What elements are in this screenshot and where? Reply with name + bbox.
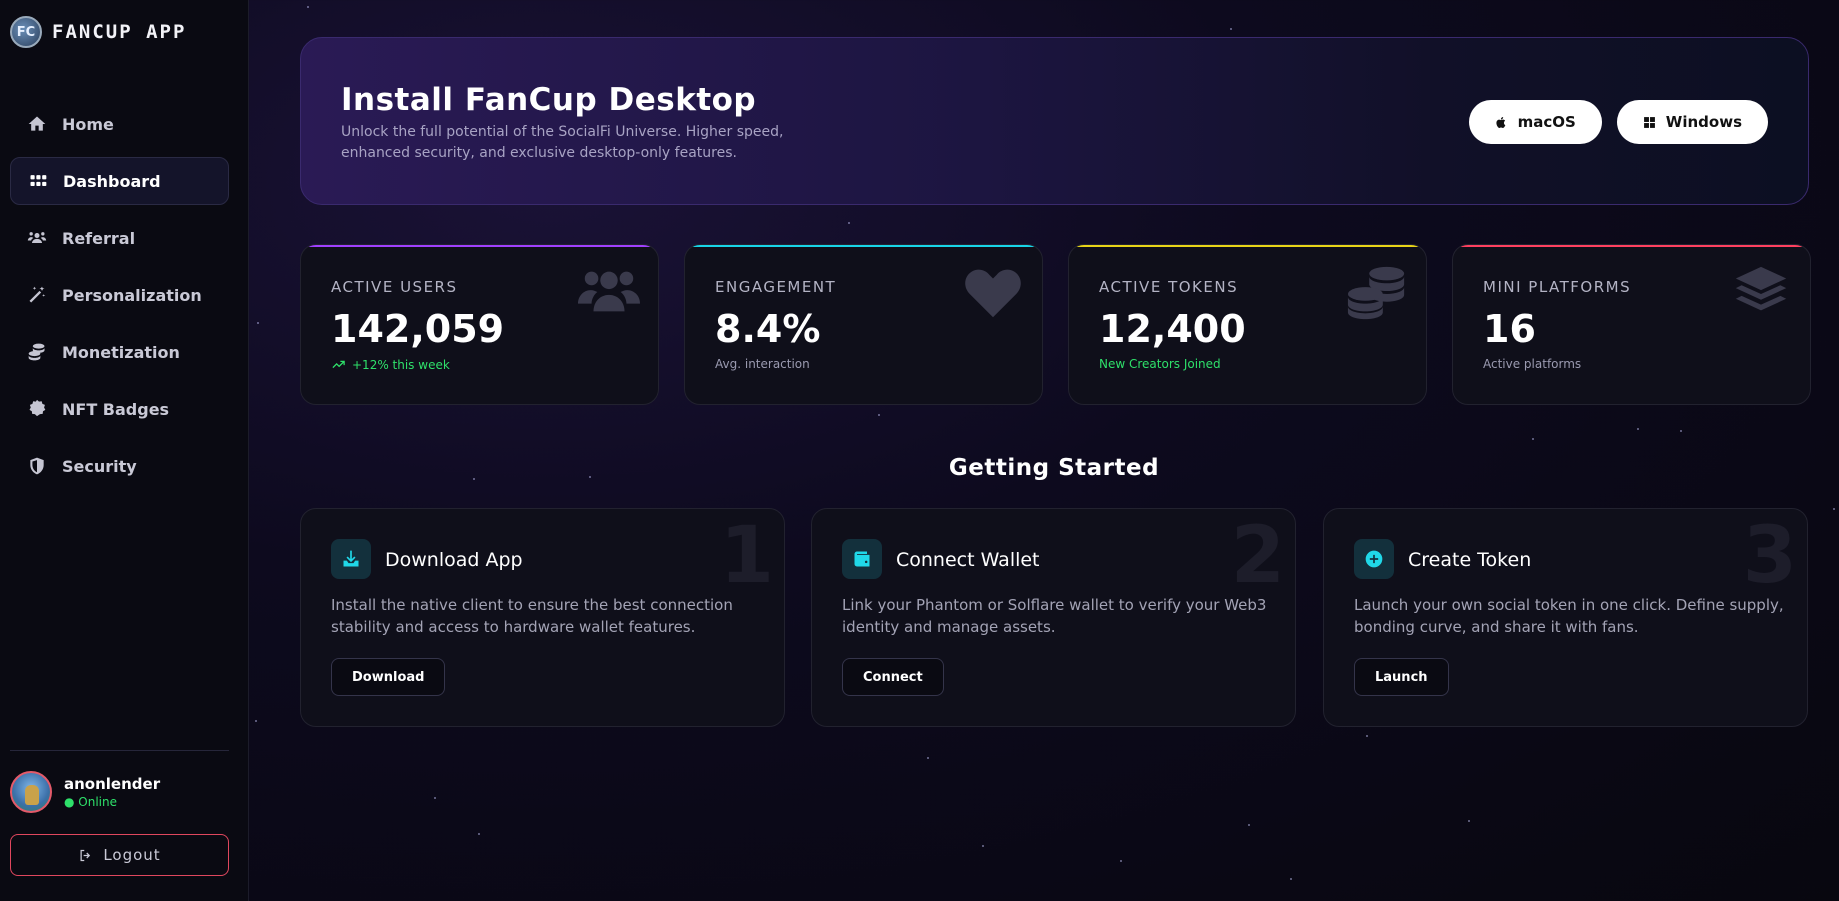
sidebar-item-personalization[interactable]: Personalization xyxy=(10,271,229,319)
stat-value: 8.4% xyxy=(715,307,821,351)
magic-wand-icon xyxy=(26,284,48,306)
stat-value: 142,059 xyxy=(331,307,505,351)
brand[interactable]: FC FANCUP APP xyxy=(10,16,186,48)
grid-icon xyxy=(27,170,49,192)
download-buttons: macOS Windows xyxy=(1468,100,1768,144)
windows-icon xyxy=(1643,116,1655,128)
sidebar-item-home[interactable]: Home xyxy=(10,100,229,148)
users-icon xyxy=(578,263,640,321)
wallet-icon xyxy=(842,539,882,579)
plus-circle-icon xyxy=(1354,539,1394,579)
stat-card-active-tokens: ACTIVE TOKENS 12,400 New Creators Joined xyxy=(1068,244,1427,405)
hero-subtitle: Unlock the full potential of the SocialF… xyxy=(341,124,784,161)
badge-icon xyxy=(26,398,48,420)
trending-up-icon xyxy=(332,360,345,369)
layers-icon xyxy=(1730,263,1792,321)
user-name: anonlender xyxy=(64,775,161,793)
brand-name: FANCUP APP xyxy=(52,21,187,43)
logout-label: Logout xyxy=(103,846,161,864)
stat-card-active-users: ACTIVE USERS 142,059 +12% this week xyxy=(300,244,659,405)
step-number: 1 xyxy=(719,511,774,601)
user-profile[interactable]: anonlender ● Online xyxy=(10,771,160,813)
sidebar-item-referral[interactable]: Referral xyxy=(10,214,229,262)
step-card-connect-wallet: 2 Connect Wallet Link your Phantom or So… xyxy=(811,508,1296,727)
download-button[interactable]: Download xyxy=(331,658,446,696)
macos-label: macOS xyxy=(1517,113,1576,131)
stat-value: 16 xyxy=(1483,307,1536,351)
apple-icon xyxy=(1496,116,1505,128)
stat-note: +12% this week xyxy=(331,357,450,372)
windows-button[interactable]: Windows xyxy=(1616,100,1768,144)
sidebar-divider xyxy=(10,750,229,751)
sidebar-item-label: Home xyxy=(62,114,114,134)
step-description: Install the native client to ensure the … xyxy=(331,596,733,636)
home-icon xyxy=(26,113,48,135)
hero-title: Install FanCup Desktop xyxy=(341,82,757,118)
sidebar-item-label: Personalization xyxy=(62,285,202,305)
macos-button[interactable]: macOS xyxy=(1468,100,1602,144)
stat-card-mini-platforms: MINI PLATFORMS 16 Active platforms xyxy=(1452,244,1811,405)
sidebar-item-monetization[interactable]: Monetization xyxy=(10,328,229,376)
stat-value: 12,400 xyxy=(1099,307,1246,351)
stat-label: ENGAGEMENT xyxy=(715,278,837,296)
download-icon xyxy=(331,539,371,579)
step-card-create-token: 3 Create Token Launch your own social to… xyxy=(1323,508,1808,727)
avatar xyxy=(10,771,52,813)
step-card-download: 1 Download App Install the native client… xyxy=(300,508,785,727)
step-title: Connect Wallet xyxy=(896,549,1040,571)
sidebar: FC FANCUP APP Home Dashboard Referral Pe… xyxy=(0,0,249,901)
coins-icon xyxy=(26,341,48,363)
sidebar-item-nft-badges[interactable]: NFT Badges xyxy=(10,385,229,433)
coins-icon xyxy=(1346,263,1408,321)
install-banner: Install FanCup Desktop Unlock the full p… xyxy=(300,37,1809,205)
stat-label: MINI PLATFORMS xyxy=(1483,278,1632,296)
step-description: Launch your own social token in one clic… xyxy=(1354,596,1784,636)
step-number: 3 xyxy=(1742,511,1797,601)
sidebar-item-dashboard[interactable]: Dashboard xyxy=(10,157,229,205)
step-title: Create Token xyxy=(1408,549,1532,571)
logout-icon xyxy=(80,849,91,861)
step-title: Download App xyxy=(385,549,523,571)
logout-button[interactable]: Logout xyxy=(10,834,229,876)
user-status: ● Online xyxy=(64,795,117,809)
sidebar-item-label: Referral xyxy=(62,228,136,248)
stat-label: ACTIVE USERS xyxy=(331,278,458,296)
step-description: Link your Phantom or Solflare wallet to … xyxy=(842,596,1267,636)
stat-note: New Creators Joined xyxy=(1099,357,1221,371)
launch-button[interactable]: Launch xyxy=(1354,658,1449,696)
sidebar-item-label: NFT Badges xyxy=(62,399,170,419)
stat-note: Avg. interaction xyxy=(715,357,810,371)
stat-card-engagement: ENGAGEMENT 8.4% Avg. interaction xyxy=(684,244,1043,405)
stat-note: Active platforms xyxy=(1483,357,1582,371)
sidebar-item-label: Dashboard xyxy=(63,171,161,191)
windows-label: Windows xyxy=(1665,113,1742,131)
stat-label: ACTIVE TOKENS xyxy=(1099,278,1239,296)
heart-pulse-icon xyxy=(962,263,1024,321)
connect-button[interactable]: Connect xyxy=(842,658,944,696)
step-number: 2 xyxy=(1230,511,1285,601)
sidebar-nav: Home Dashboard Referral Personalization … xyxy=(10,100,229,499)
getting-started-title: Getting Started xyxy=(948,455,1160,481)
fancup-logo-icon: FC xyxy=(10,16,42,48)
users-icon xyxy=(26,227,48,249)
sidebar-item-label: Monetization xyxy=(62,342,180,362)
